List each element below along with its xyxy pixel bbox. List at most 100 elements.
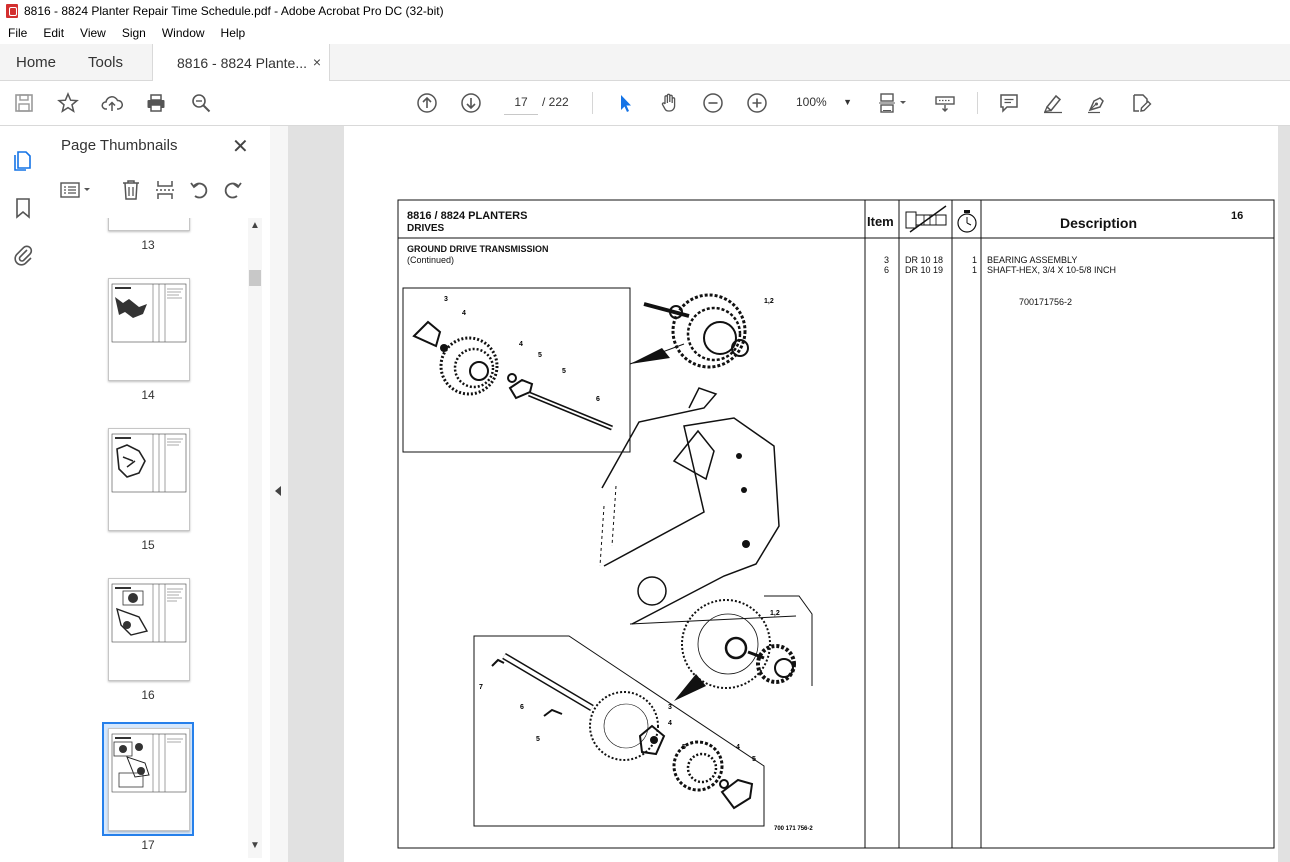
scrollbar-thumb[interactable] bbox=[249, 270, 261, 286]
print-button[interactable] bbox=[143, 90, 169, 116]
hand-tool-button[interactable] bbox=[656, 90, 682, 116]
tab-document[interactable]: 8816 - 8824 Plante... × bbox=[152, 44, 330, 81]
tab-close-button[interactable]: × bbox=[313, 54, 321, 70]
thumbnail-page-14[interactable] bbox=[108, 278, 190, 381]
pdf-page: 8816 / 8824 PLANTERS DRIVES Item Descrip… bbox=[344, 126, 1278, 862]
callout-label: 5 bbox=[538, 352, 542, 359]
callout-label: 5 bbox=[682, 744, 686, 751]
tab-bar: Home Tools 8816 - 8824 Plante... × bbox=[0, 44, 1290, 81]
part-row-number: DR 10 19 bbox=[905, 265, 944, 275]
rotate-clockwise-icon bbox=[224, 182, 242, 199]
section-title: GROUND DRIVE TRANSMISSION bbox=[407, 244, 549, 254]
window-title: 8816 - 8824 Planter Repair Time Schedule… bbox=[24, 4, 444, 18]
trash-icon bbox=[123, 180, 139, 200]
callout-label: 6 bbox=[520, 704, 524, 711]
menu-file[interactable]: File bbox=[0, 26, 35, 40]
menu-edit[interactable]: Edit bbox=[35, 26, 72, 40]
part-row-number: DR 10 18 bbox=[905, 255, 944, 265]
panel-close-button[interactable]: ✕ bbox=[232, 134, 249, 159]
find-button[interactable] bbox=[188, 90, 214, 116]
rotate-left-button[interactable] bbox=[188, 178, 210, 207]
transmission-frame-drawing bbox=[599, 387, 797, 625]
thumbnail-label: 13 bbox=[141, 238, 155, 252]
panel-title: Page Thumbnails bbox=[61, 137, 178, 154]
thumbnail-page-16[interactable] bbox=[108, 578, 190, 681]
thumbnail-page-13[interactable] bbox=[108, 218, 190, 231]
callout-label: 7 bbox=[479, 684, 483, 691]
callout-label: 4 bbox=[519, 341, 523, 348]
thumbnail-options-button[interactable] bbox=[60, 181, 94, 204]
collapse-arrow-icon bbox=[275, 486, 281, 496]
thumbnail-preview bbox=[111, 283, 187, 343]
menu-window[interactable]: Window bbox=[154, 26, 213, 40]
part-row-item: 6 bbox=[884, 265, 890, 275]
list-options-icon bbox=[60, 182, 90, 198]
detail-box-top-drawing bbox=[412, 320, 613, 431]
page-number-input[interactable]: 17 bbox=[504, 90, 538, 115]
thumbnail-preview bbox=[111, 733, 187, 793]
save-button[interactable] bbox=[11, 90, 37, 116]
scroll-down-icon[interactable]: ▼ bbox=[250, 840, 260, 851]
highlighter-pen-icon bbox=[1043, 94, 1062, 114]
star-icon bbox=[57, 92, 79, 113]
select-tool-button[interactable] bbox=[612, 90, 638, 116]
zoom-in-button[interactable] bbox=[744, 90, 770, 116]
callout-label: 3 bbox=[668, 704, 672, 711]
menu-view[interactable]: View bbox=[72, 26, 114, 40]
title-bar: 8816 - 8824 Planter Repair Time Schedule… bbox=[0, 0, 1290, 22]
thumbnail-page-17[interactable] bbox=[108, 728, 190, 831]
tab-tools[interactable]: Tools bbox=[88, 44, 123, 80]
paperclip-icon bbox=[14, 245, 33, 266]
keyboard-scroll-icon bbox=[935, 96, 955, 112]
delete-pages-button[interactable] bbox=[120, 178, 142, 207]
edit-document-icon bbox=[1133, 94, 1152, 112]
panel-collapse-handle[interactable] bbox=[270, 126, 288, 862]
part-row-item: 3 bbox=[884, 255, 890, 265]
cloud-upload-icon bbox=[101, 96, 123, 111]
extract-pages-button[interactable] bbox=[154, 178, 176, 207]
doc-header-title: 8816 / 8824 PLANTERS bbox=[407, 210, 528, 222]
sprocket-assembly-top-drawing bbox=[629, 293, 749, 369]
next-page-button[interactable] bbox=[458, 90, 484, 116]
printer-icon bbox=[147, 94, 165, 112]
callout-label: 4 bbox=[462, 310, 466, 317]
thumbnails-tool-button[interactable] bbox=[11, 148, 35, 177]
zoom-level-dropdown[interactable]: 100% ▼ bbox=[790, 90, 856, 114]
bookmark-star-button[interactable] bbox=[55, 90, 81, 116]
comment-icon bbox=[1000, 94, 1018, 113]
previous-page-button[interactable] bbox=[414, 90, 440, 116]
pen-nib-icon bbox=[1088, 97, 1104, 114]
scroll-up-icon[interactable]: ▲ bbox=[250, 220, 260, 231]
plus-circle-icon bbox=[747, 93, 767, 113]
highlight-button[interactable] bbox=[1040, 90, 1066, 116]
chevron-down-icon: ▼ bbox=[843, 97, 852, 107]
toolbar-divider bbox=[592, 92, 593, 114]
fill-sign-button[interactable] bbox=[1128, 90, 1154, 116]
zoom-out-button[interactable] bbox=[700, 90, 726, 116]
tab-home[interactable]: Home bbox=[16, 44, 56, 80]
page-total: / 222 bbox=[542, 95, 569, 109]
scroll-mode-button[interactable] bbox=[932, 90, 958, 116]
rotate-right-button[interactable] bbox=[222, 178, 244, 207]
split-pages-icon bbox=[156, 181, 174, 199]
page-display-button[interactable] bbox=[874, 90, 912, 116]
bookmark-icon bbox=[16, 198, 30, 219]
menu-sign[interactable]: Sign bbox=[114, 26, 154, 40]
col-description-header: Description bbox=[1060, 215, 1138, 231]
upload-button[interactable] bbox=[99, 90, 125, 116]
page-number: 16 bbox=[1231, 210, 1244, 222]
comment-button[interactable] bbox=[996, 90, 1022, 116]
thumbnail-page-15[interactable] bbox=[108, 428, 190, 531]
callout-label: 3 bbox=[444, 296, 448, 303]
arrow-down-circle-icon bbox=[461, 93, 481, 113]
doc-header-subtitle: DRIVES bbox=[407, 223, 445, 234]
attachments-tool-button[interactable] bbox=[12, 242, 34, 271]
callout-label: 4 bbox=[736, 744, 740, 751]
section-note: (Continued) bbox=[407, 255, 455, 265]
bookmarks-tool-button[interactable] bbox=[13, 196, 33, 225]
menu-help[interactable]: Help bbox=[213, 26, 254, 40]
draw-button[interactable] bbox=[1084, 90, 1110, 116]
col-item-header: Item bbox=[867, 214, 894, 229]
thumbnail-scrollbar[interactable]: ▲ ▼ bbox=[248, 218, 262, 858]
rotate-counterclockwise-icon bbox=[190, 182, 208, 199]
